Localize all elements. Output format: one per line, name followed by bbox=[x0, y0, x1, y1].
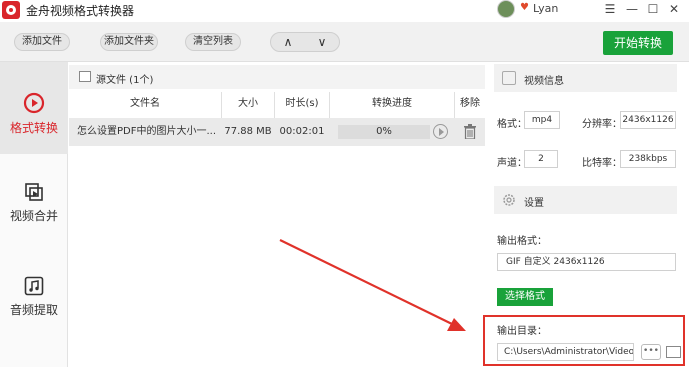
output-format-label: 输出格式： bbox=[497, 236, 547, 247]
file-duration: 00:02:01 bbox=[279, 126, 325, 137]
resolution-value: 2436x1126 bbox=[620, 111, 676, 129]
play-icon[interactable] bbox=[433, 124, 448, 139]
user-avatar[interactable] bbox=[497, 0, 515, 18]
column-header-remove: 移除 bbox=[460, 98, 480, 109]
vip-heart-icon: ♥ bbox=[520, 2, 529, 13]
bitrate-value: 238kbps bbox=[620, 150, 676, 168]
sidebar-item-audio-extract[interactable]: 音频提取 bbox=[0, 276, 68, 326]
file-size: 77.88 MB bbox=[224, 126, 272, 137]
gear-icon bbox=[503, 194, 515, 206]
choose-format-button[interactable]: 选择格式 bbox=[497, 288, 553, 306]
sidebar-item-label: 格式转换 bbox=[9, 121, 58, 135]
minimize-button[interactable]: — bbox=[622, 0, 642, 18]
close-button[interactable]: ✕ bbox=[664, 0, 684, 18]
app-logo-icon bbox=[2, 1, 20, 19]
source-files-title: 源文件 (1个) bbox=[96, 75, 154, 86]
menu-button[interactable]: ☰ bbox=[600, 0, 620, 18]
move-down-button[interactable]: ∨ bbox=[305, 33, 339, 51]
toolbar: 添加文件 添加文件夹 清空列表 ∧ ∨ 开始转换 bbox=[0, 22, 689, 62]
add-file-button[interactable]: 添加文件 bbox=[14, 33, 70, 51]
channels-value: 2 bbox=[524, 150, 558, 168]
info-icon bbox=[502, 71, 516, 85]
settings-header: 设置 bbox=[494, 186, 677, 214]
channels-label: 声道： bbox=[497, 158, 527, 169]
column-header-duration: 时长(s) bbox=[285, 98, 319, 109]
sidebar: 格式转换 视频合并 音频提取 bbox=[0, 62, 68, 367]
column-header-name: 文件名 bbox=[130, 98, 160, 109]
table-row[interactable]: 怎么设置PDF中的图片大小一... 77.88 MB 00:02:01 0% bbox=[69, 118, 485, 146]
clear-list-button[interactable]: 清空列表 bbox=[185, 33, 241, 51]
video-info-header: 视频信息 bbox=[494, 64, 677, 92]
move-buttons: ∧ ∨ bbox=[270, 32, 340, 52]
sidebar-item-video-merge[interactable]: 视频合并 bbox=[0, 182, 68, 232]
username[interactable]: Lyan bbox=[533, 2, 558, 15]
format-value: mp4 bbox=[524, 111, 560, 129]
output-format-field[interactable]: GIF 自定义 2436x1126 bbox=[497, 253, 676, 271]
move-up-button[interactable]: ∧ bbox=[271, 33, 305, 51]
maximize-button[interactable]: ☐ bbox=[643, 0, 663, 18]
video-info-title: 视频信息 bbox=[524, 76, 564, 87]
sidebar-item-label: 音频提取 bbox=[9, 303, 58, 317]
sidebar-item-label: 视频合并 bbox=[9, 209, 58, 223]
play-circle-icon bbox=[23, 92, 45, 114]
column-header-progress: 转换进度 bbox=[372, 98, 412, 109]
source-files-header: 源文件 (1个) bbox=[69, 65, 485, 89]
resolution-label: 分辨率： bbox=[582, 119, 622, 130]
merge-icon bbox=[25, 183, 43, 201]
column-header-size: 大小 bbox=[238, 98, 258, 109]
trash-icon[interactable] bbox=[464, 124, 476, 139]
file-icon bbox=[79, 71, 91, 82]
file-name: 怎么设置PDF中的图片大小一... bbox=[77, 126, 217, 137]
progress-bar: 0% bbox=[338, 125, 430, 139]
format-label: 格式： bbox=[497, 119, 527, 130]
settings-title: 设置 bbox=[524, 198, 544, 209]
sidebar-item-format-convert[interactable]: 格式转换 bbox=[0, 62, 68, 154]
start-convert-button[interactable]: 开始转换 bbox=[603, 31, 673, 55]
music-note-icon bbox=[24, 276, 44, 296]
highlight-box bbox=[483, 315, 685, 366]
title-bar: 金舟视频格式转换器 ♥ Lyan ☰ — ☐ ✕ bbox=[0, 0, 689, 20]
app-title: 金舟视频格式转换器 bbox=[26, 4, 135, 18]
bitrate-label: 比特率： bbox=[582, 158, 622, 169]
add-folder-button[interactable]: 添加文件夹 bbox=[100, 33, 158, 51]
